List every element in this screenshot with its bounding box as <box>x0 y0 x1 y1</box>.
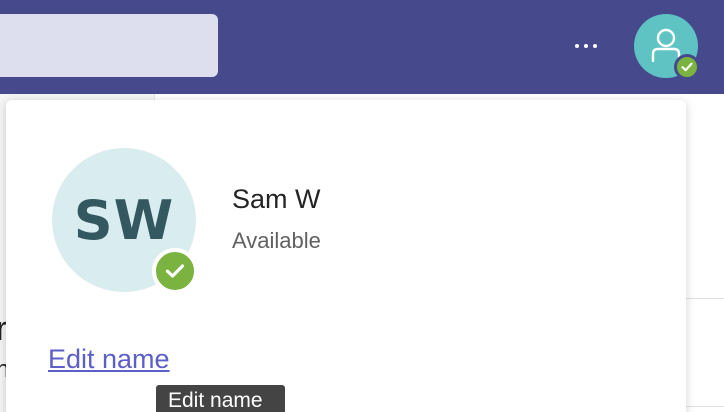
more-options-icon-dot <box>584 44 588 48</box>
user-name: Sam W <box>232 184 321 214</box>
top-header-bar <box>0 0 724 94</box>
background-divider <box>686 298 724 299</box>
presence-available-icon <box>674 54 700 80</box>
background-divider <box>686 406 724 407</box>
more-options-icon <box>575 44 579 48</box>
search-box[interactable] <box>0 14 218 77</box>
more-options-icon-dot <box>593 44 597 48</box>
app-window: r n SW Sam W Available Edit name Edit na… <box>0 0 724 412</box>
edit-name-link[interactable]: Edit name <box>48 344 170 375</box>
more-options-button[interactable] <box>566 30 606 62</box>
edit-name-tooltip: Edit name <box>156 385 285 412</box>
profile-card: SW Sam W Available Edit name <box>6 100 686 412</box>
presence-available-icon <box>152 248 198 294</box>
user-status[interactable]: Available <box>232 228 321 254</box>
